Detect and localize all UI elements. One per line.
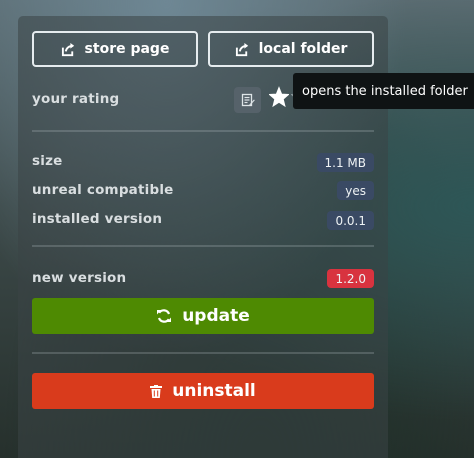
- uninstall-button[interactable]: uninstall: [32, 373, 374, 409]
- update-label: update: [182, 306, 250, 326]
- edit-note-icon: [241, 93, 255, 107]
- trash-icon: [150, 384, 163, 398]
- installed-version-label: installed version: [32, 211, 163, 227]
- update-button[interactable]: update: [32, 298, 374, 334]
- installed-version-badge: 0.0.1: [327, 211, 374, 230]
- new-version-label: new version: [32, 270, 127, 286]
- external-link-icon: [235, 42, 248, 56]
- divider: [32, 245, 374, 247]
- your-rating-label: your rating: [32, 91, 120, 107]
- store-page-button[interactable]: store page: [32, 31, 198, 67]
- tooltip-text: opens the installed folder: [302, 83, 468, 99]
- divider: [32, 130, 374, 132]
- star-filled-icon[interactable]: [269, 86, 289, 108]
- external-link-icon: [61, 42, 74, 56]
- edit-rating-button[interactable]: [234, 87, 261, 113]
- store-page-label: store page: [84, 41, 170, 57]
- new-version-badge: 1.2.0: [327, 269, 374, 288]
- size-badge: 1.1 MB: [316, 153, 374, 172]
- local-folder-label: local folder: [258, 41, 348, 57]
- local-folder-button[interactable]: local folder: [208, 31, 374, 67]
- unreal-compatible-label: unreal compatible: [32, 182, 174, 198]
- refresh-icon: [157, 309, 172, 323]
- unreal-compatible-badge: yes: [337, 181, 374, 200]
- uninstall-label: uninstall: [172, 381, 256, 401]
- tooltip: opens the installed folder: [293, 73, 474, 109]
- size-label: size: [32, 153, 63, 169]
- divider: [32, 352, 374, 354]
